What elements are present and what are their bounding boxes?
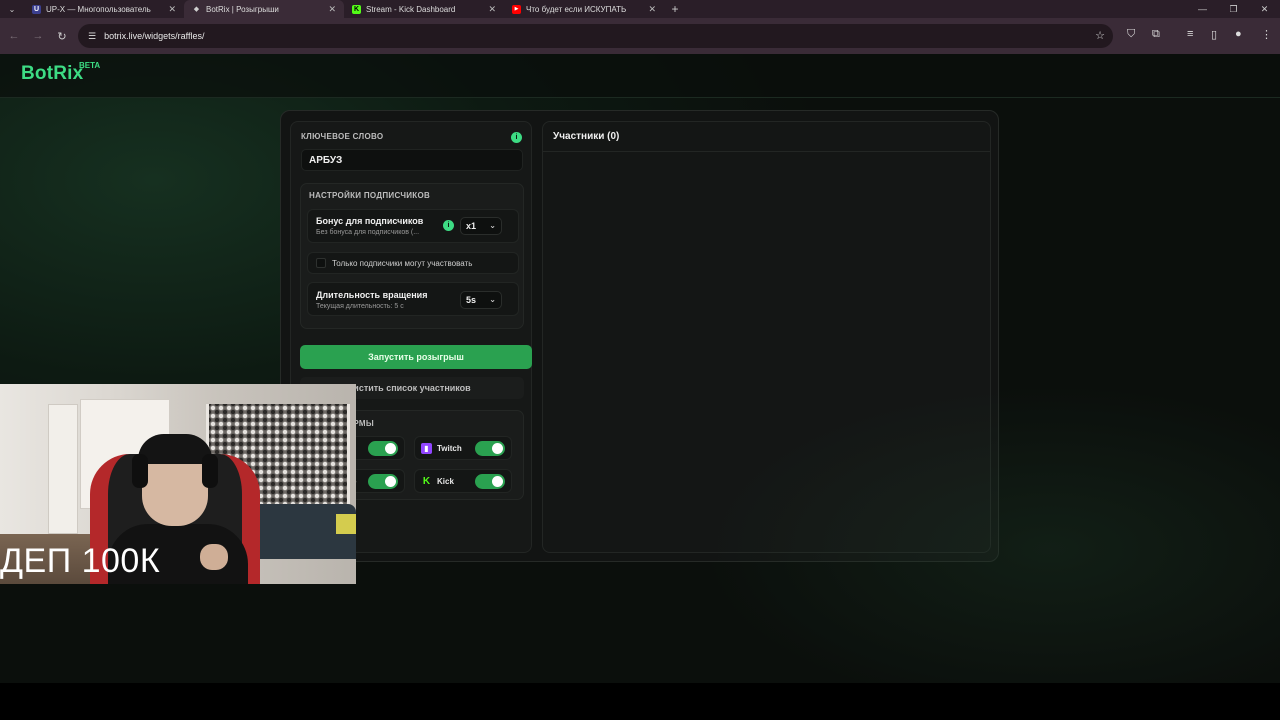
close-icon[interactable]: ✕ bbox=[328, 4, 336, 15]
side-panel-icon[interactable]: ▯ bbox=[1211, 28, 1217, 41]
tab-label: Что будет если ИСКУПАТЬ bbox=[526, 4, 627, 14]
twitch-toggle[interactable] bbox=[475, 441, 505, 456]
subscriber-bonus-row: Бонус для подписчиков Без бонуса для под… bbox=[307, 209, 519, 243]
restore-icon[interactable]: ❐ bbox=[1218, 0, 1249, 18]
chevron-down-icon: ⌄ bbox=[489, 221, 496, 230]
media-queue-icon[interactable]: ≡ bbox=[1187, 28, 1193, 40]
botrix-logo[interactable]: BotRix bbox=[21, 63, 83, 85]
tab-upx[interactable]: U UP-X — Многопользователь ✕ bbox=[24, 0, 184, 18]
tab-botrix[interactable]: ◆ BotRix | Розыгрыши ✕ bbox=[184, 0, 344, 18]
window-controls: — ❐ ✕ bbox=[1187, 0, 1280, 18]
chevron-down-icon: ⌄ bbox=[489, 295, 496, 304]
youtube-favicon-icon: ▶ bbox=[512, 4, 521, 14]
twitch-icon: ▮ bbox=[421, 443, 432, 454]
reload-icon[interactable]: ↻ bbox=[50, 30, 74, 43]
bottom-black-bar bbox=[0, 683, 1280, 720]
bonus-multiplier-select[interactable]: x1 ⌄ bbox=[460, 217, 502, 235]
browser-tabbar: ⌄ U UP-X — Многопользователь ✕ ◆ BotRix … bbox=[0, 0, 1280, 18]
new-tab-button[interactable]: + bbox=[664, 2, 686, 16]
browser-toolbar: ← → ↻ ☰ botrix.live/widgets/raffles/ ☆ ⛉… bbox=[0, 18, 1280, 54]
tab-youtube[interactable]: ▶ Что будет если ИСКУПАТЬ ✕ bbox=[504, 0, 664, 18]
platform-cell-kick: K Kick bbox=[414, 469, 512, 493]
botrix-favicon-icon: ◆ bbox=[193, 6, 200, 13]
subscribers-only-row[interactable]: Только подписчики могут участвовать bbox=[307, 252, 519, 274]
info-icon[interactable]: i bbox=[511, 132, 522, 143]
start-raffle-button[interactable]: Запустить розыгрыш bbox=[300, 345, 532, 369]
bonus-subtitle: Без бонуса для подписчиков (... bbox=[316, 229, 420, 236]
tab-label: UP-X — Многопользователь bbox=[46, 4, 151, 14]
beta-badge: BETA bbox=[79, 61, 101, 70]
keyword-input[interactable]: АРБУЗ bbox=[301, 149, 523, 171]
address-bar[interactable]: ☰ botrix.live/widgets/raffles/ ☆ bbox=[78, 24, 1113, 48]
bonus-select-value: x1 bbox=[466, 221, 477, 231]
profile-icon[interactable]: ● bbox=[1235, 28, 1242, 40]
platform-name: Kick bbox=[437, 477, 454, 486]
close-window-icon[interactable]: ✕ bbox=[1249, 0, 1280, 18]
tab-search-chevron-icon[interactable]: ⌄ bbox=[0, 0, 24, 18]
cam-pillow bbox=[336, 514, 356, 534]
platform-toggle[interactable] bbox=[368, 441, 398, 456]
close-icon[interactable]: ✕ bbox=[168, 4, 176, 15]
subscribers-only-checkbox[interactable] bbox=[316, 258, 326, 268]
participants-panel: Участники (0) bbox=[542, 121, 991, 553]
platform-name: Twitch bbox=[437, 444, 462, 453]
site-header: BotRix BETA bbox=[0, 54, 1280, 98]
kick-toggle[interactable] bbox=[475, 474, 505, 489]
keyword-label: КЛЮЧЕВОЕ СЛОВО bbox=[301, 132, 384, 141]
minimize-icon[interactable]: — bbox=[1187, 0, 1218, 18]
spin-duration-title: Длительность вращения bbox=[316, 290, 428, 300]
close-icon[interactable]: ✕ bbox=[488, 4, 496, 15]
screen: ⌄ U UP-X — Многопользователь ✕ ◆ BotRix … bbox=[0, 0, 1280, 720]
tab-label: BotRix | Розыгрыши bbox=[206, 4, 279, 14]
upx-favicon-icon: U bbox=[32, 4, 41, 14]
bookmark-star-icon[interactable]: ☆ bbox=[1095, 29, 1105, 42]
cam-person-cap bbox=[138, 434, 212, 464]
back-arrow-icon[interactable]: ← bbox=[2, 30, 26, 42]
puzzle-extensions-icon[interactable]: ⧉ bbox=[1152, 28, 1160, 41]
spin-select-value: 5s bbox=[466, 295, 477, 305]
participants-title: Участники (0) bbox=[543, 122, 990, 152]
platform-cell-twitch: ▮ Twitch bbox=[414, 436, 512, 460]
shield-extension-icon[interactable]: ⛉ bbox=[1127, 28, 1135, 41]
info-icon[interactable]: i bbox=[443, 220, 454, 231]
cam-headphones-left bbox=[132, 454, 148, 488]
url-text: botrix.live/widgets/raffles/ bbox=[104, 31, 205, 41]
bonus-title: Бонус для подписчиков bbox=[316, 216, 424, 226]
kick-icon: K bbox=[422, 476, 431, 487]
site-info-icon[interactable]: ☰ bbox=[88, 31, 96, 42]
subscriber-settings-title: НАСТРОЙКИ ПОДПИСЧИКОВ bbox=[309, 191, 431, 200]
menu-kebab-icon[interactable]: ⋮ bbox=[1261, 28, 1272, 41]
close-icon[interactable]: ✕ bbox=[648, 4, 656, 15]
kick-favicon-icon: K bbox=[352, 4, 361, 14]
subscriber-settings: НАСТРОЙКИ ПОДПИСЧИКОВ Бонус для подписчи… bbox=[300, 183, 524, 329]
tab-kick-dashboard[interactable]: K Stream - Kick Dashboard ✕ bbox=[344, 0, 504, 18]
subscribers-only-label: Только подписчики могут участвовать bbox=[332, 259, 473, 268]
spin-duration-subtitle: Текущая длительность: 5 с bbox=[316, 303, 404, 310]
stream-caption: ДЕП 100К bbox=[0, 542, 161, 580]
forward-arrow-icon[interactable]: → bbox=[26, 30, 50, 42]
cam-door bbox=[48, 404, 78, 534]
spin-duration-select[interactable]: 5s ⌄ bbox=[460, 291, 502, 309]
tab-label: Stream - Kick Dashboard bbox=[366, 4, 456, 14]
raffle-widget-card: КЛЮЧЕВОЕ СЛОВО i АРБУЗ НАСТРОЙКИ ПОДПИСЧ… bbox=[280, 110, 999, 562]
platform-toggle[interactable] bbox=[368, 474, 398, 489]
spin-duration-row: Длительность вращения Текущая длительнос… bbox=[307, 282, 519, 316]
page: BotRix BETA КЛЮЧЕВОЕ СЛОВО i АРБУЗ НАСТР… bbox=[0, 54, 1280, 683]
cam-headphones-right bbox=[202, 454, 218, 488]
cam-person-hand bbox=[200, 544, 228, 570]
